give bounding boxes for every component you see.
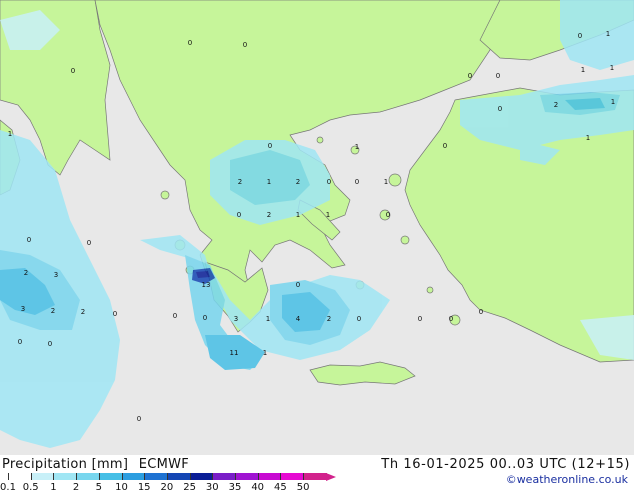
value-label: 2 xyxy=(327,315,331,323)
precipitation-map: 0 0 0 0 0 1 1 1 2 0 1 1 0 1 2 1 2 0 0 1 … xyxy=(0,0,634,455)
value-label: 0 xyxy=(173,312,177,320)
scale-swatch xyxy=(280,473,305,480)
value-label: 0 xyxy=(48,340,52,348)
land-island-corfu xyxy=(160,190,170,200)
value-label: 0 xyxy=(203,314,207,322)
scale-swatch xyxy=(189,473,214,480)
value-label: 3 xyxy=(21,305,25,313)
scale-tick-label: 50 xyxy=(296,482,310,493)
scale-tick-label: 10 xyxy=(115,482,128,493)
scale-swatch xyxy=(53,473,78,480)
value-label: 1 xyxy=(606,30,610,38)
value-label: 0 xyxy=(386,211,390,219)
scale-tick-label: 0.1 xyxy=(0,482,16,493)
value-label: 0 xyxy=(113,310,117,318)
scale-tick-label: 0.5 xyxy=(22,482,39,493)
scale-tick-label: 30 xyxy=(205,482,219,493)
value-label: 2 xyxy=(554,101,558,109)
value-label: 1 xyxy=(266,315,270,323)
scale-swatch xyxy=(257,473,282,480)
value-label: 1 xyxy=(8,130,12,138)
scale-swatch xyxy=(303,473,327,480)
value-label: 2 xyxy=(238,178,242,186)
value-label: 1 xyxy=(267,178,271,186)
value-label: 0 xyxy=(268,142,272,150)
value-label: 0 xyxy=(237,211,241,219)
precip-zone-peak-core xyxy=(196,271,210,278)
precip-zone-blacksea xyxy=(560,0,634,70)
value-label: 0 xyxy=(443,142,447,150)
value-label: 0 xyxy=(578,32,582,40)
value-label: 1 xyxy=(263,349,267,357)
land-island-kos xyxy=(426,286,434,294)
value-label: 0 xyxy=(479,308,483,316)
value-label: 0 xyxy=(27,236,31,244)
scale-swatch xyxy=(121,473,146,480)
scale-swatch xyxy=(30,473,55,480)
value-label: 0 xyxy=(243,41,247,49)
value-label: 0 xyxy=(355,178,359,186)
value-label: 2 xyxy=(51,307,55,315)
value-label: 13 xyxy=(202,281,211,289)
value-label: 0 xyxy=(498,105,502,113)
map-canvas: 0 0 0 0 0 1 1 1 2 0 1 1 0 1 2 1 2 0 0 1 … xyxy=(0,0,634,455)
value-label: 1 xyxy=(355,143,359,151)
value-label: 1 xyxy=(296,211,300,219)
scale-swatch xyxy=(76,473,100,480)
value-label: 2 xyxy=(267,211,271,219)
value-label: 1 xyxy=(610,64,614,72)
scale-swatch xyxy=(166,473,191,480)
value-label: 1 xyxy=(581,66,585,74)
value-label: 2 xyxy=(296,178,300,186)
scale-tick-label: 25 xyxy=(183,482,196,493)
value-label: 0 xyxy=(87,239,91,247)
scale-tick-label: 35 xyxy=(228,482,242,493)
scale-tick-label: 45 xyxy=(274,482,287,493)
value-label: 0 xyxy=(357,315,361,323)
value-label: 1 xyxy=(384,178,388,186)
scale-tick-label: 15 xyxy=(137,482,151,493)
scale-arrow xyxy=(325,473,336,481)
value-label: 3 xyxy=(234,315,238,323)
value-label: 0 xyxy=(496,72,500,80)
scale-swatch xyxy=(98,473,123,480)
value-label: 0 xyxy=(327,178,331,186)
value-label: 0 xyxy=(449,315,453,323)
value-label: 1 xyxy=(586,134,590,142)
scale-tick-label: 5 xyxy=(95,482,102,493)
value-label: 2 xyxy=(24,269,28,277)
land-island-lesbos xyxy=(388,173,402,187)
value-label: 0 xyxy=(71,67,75,75)
credit-link[interactable]: ©weatheronline.co.uk xyxy=(506,473,628,486)
value-label: 2 xyxy=(81,308,85,316)
scale-swatch xyxy=(144,473,168,480)
product-label: Precipitation [mm] xyxy=(2,457,129,472)
scale-tick-label: 20 xyxy=(160,482,174,493)
valid-time: Th 16-01-2025 00..03 UTC (12+15) xyxy=(381,457,630,472)
model-label: ECMWF xyxy=(138,457,190,472)
scale-swatch xyxy=(8,473,32,480)
land-island-samos xyxy=(400,235,410,245)
scale-tick-label: 1 xyxy=(50,482,57,493)
scale-swatch xyxy=(235,473,259,480)
value-label: 0 xyxy=(418,315,422,323)
land-island-thasos xyxy=(316,136,324,144)
value-label: 0 xyxy=(18,338,22,346)
scale-tick-label: 2 xyxy=(72,482,80,493)
value-label: 0 xyxy=(188,39,192,47)
value-label: 4 xyxy=(296,315,301,323)
value-label: 1 xyxy=(611,98,615,106)
footer: Precipitation [mm] ECMWF Th 16-01-2025 0… xyxy=(0,455,634,493)
scale-tick-label: 40 xyxy=(251,482,265,493)
value-label: 3 xyxy=(54,271,58,279)
value-label: 0 xyxy=(468,72,472,80)
map-title: Precipitation [mm] ECMWF xyxy=(2,457,189,472)
value-label: 0 xyxy=(137,415,141,423)
value-label: 11 xyxy=(230,349,239,357)
value-label: 1 xyxy=(326,211,330,219)
color-scale: 0.1 0.5 1 2 5 10 15 20 25 30 35 40 45 50 xyxy=(0,472,340,493)
value-label: 0 xyxy=(296,281,300,289)
scale-swatch xyxy=(212,473,236,480)
